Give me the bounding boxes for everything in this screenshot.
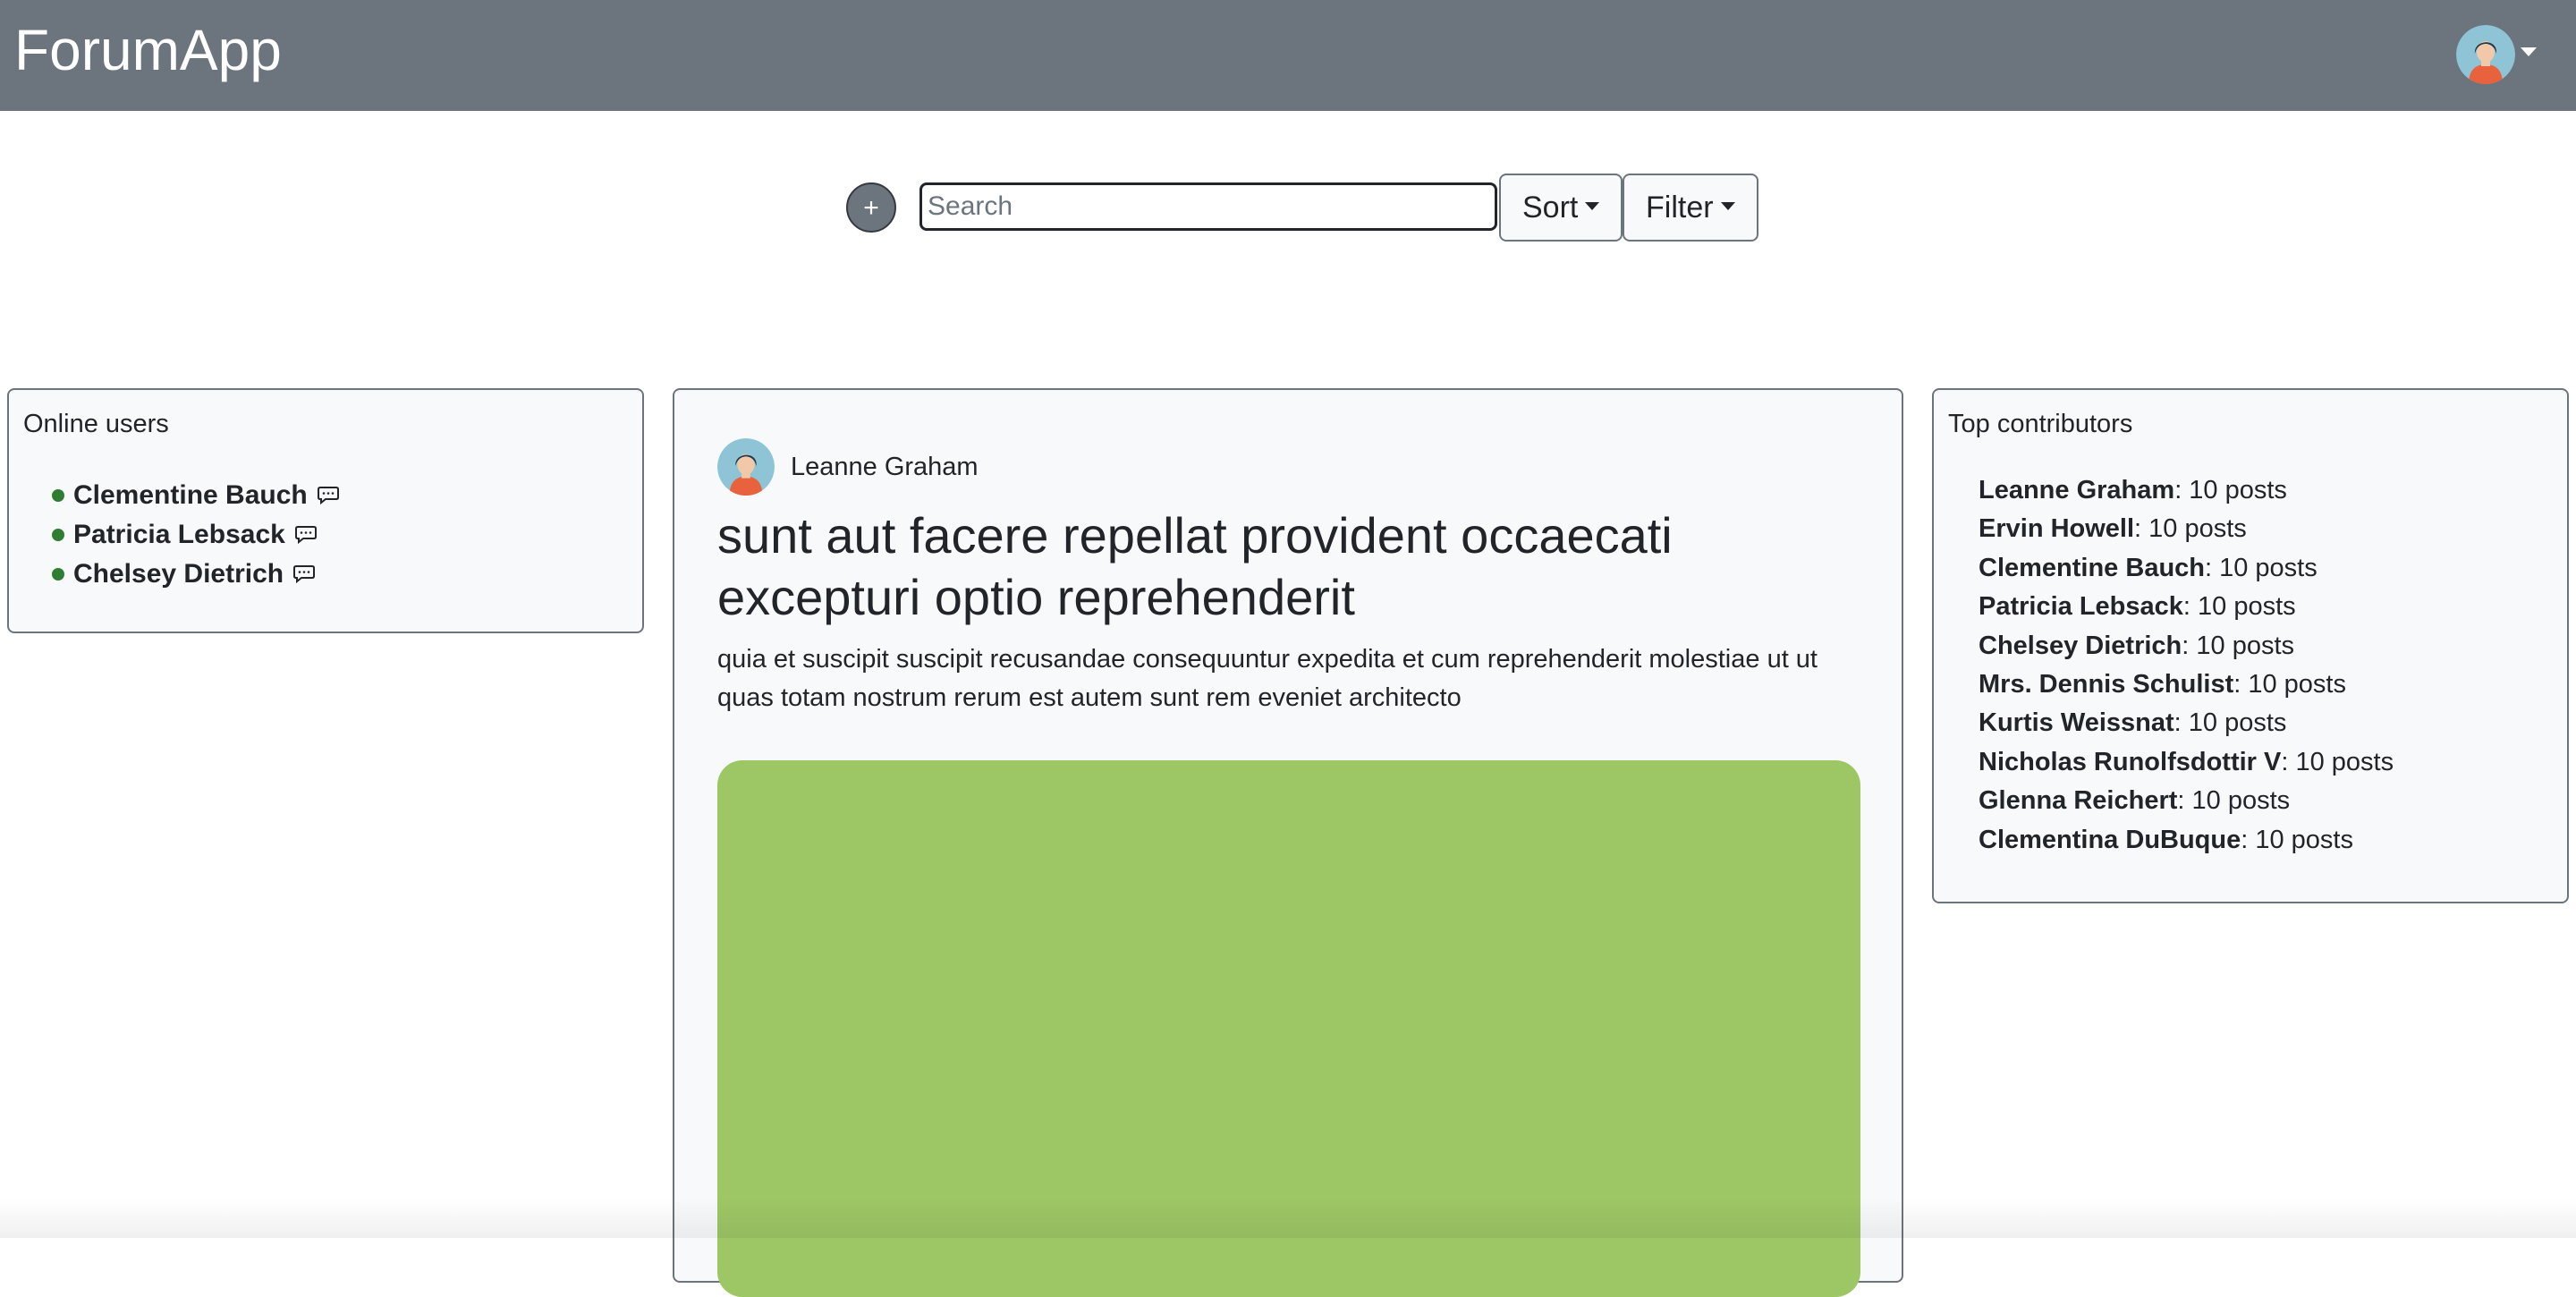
app-brand[interactable]: ForumApp (14, 18, 282, 82)
contributor-post-count: : 10 posts (2205, 553, 2318, 582)
contributor-post-count: : 10 posts (2134, 514, 2247, 544)
user-avatar-icon[interactable] (2456, 25, 2515, 84)
contributor-name: Patricia Lebsack (1979, 592, 2183, 622)
contributor-name: Clementine Bauch (1979, 553, 2205, 582)
post-image[interactable] (717, 760, 1860, 1297)
post-body: quia et suscipit suscipit recusandae con… (717, 645, 1818, 712)
contributor-name: Leanne Graham (1979, 476, 2175, 504)
contributor-item[interactable]: Glenna Reichert: 10 posts (1979, 786, 2394, 825)
contributor-name: Kurtis Weissnat (1979, 708, 2174, 738)
contributor-name: Ervin Howell (1979, 514, 2135, 544)
post-author-name[interactable]: Leanne Graham (791, 453, 979, 482)
online-users-panel: Online users Clementine Bauch Patricia L… (7, 388, 644, 633)
contributor-item[interactable]: Leanne Graham: 10 posts (1979, 476, 2394, 514)
search-input[interactable] (919, 182, 1497, 231)
contributor-item[interactable]: Chelsey Dietrich: 10 posts (1979, 632, 2394, 670)
online-status-dot-icon (52, 568, 64, 581)
chat-bubble-icon[interactable] (292, 564, 316, 584)
chat-bubble-icon[interactable] (317, 486, 340, 505)
filter-label: Filter (1646, 191, 1714, 225)
contributor-name: Nicholas Runolfsdottir V (1979, 747, 2282, 776)
sort-label: Sort (1522, 191, 1579, 225)
online-users-title: Online users (23, 410, 169, 438)
contributor-post-count: : 10 posts (2182, 592, 2296, 622)
contributor-post-count: : 10 posts (2241, 825, 2353, 854)
online-user-item[interactable]: Chelsey Dietrich (52, 555, 340, 594)
post-title[interactable]: sunt aut facere repellat provident occae… (717, 504, 1871, 628)
contributor-post-count: : 10 posts (2177, 786, 2291, 816)
contributor-item[interactable]: Kurtis Weissnat: 10 posts (1979, 708, 2394, 747)
contributor-post-count: : 10 posts (2233, 669, 2346, 699)
contributor-post-count: : 10 posts (2174, 476, 2287, 504)
contributor-post-count: : 10 posts (2174, 708, 2287, 738)
sort-dropdown-button[interactable]: Sort (1499, 174, 1623, 242)
online-user-name: Patricia Lebsack (73, 520, 285, 549)
contributor-name: Chelsey Dietrich (1979, 631, 2182, 660)
chat-bubble-icon[interactable] (294, 525, 318, 545)
contributor-post-count: : 10 posts (2281, 747, 2394, 776)
contributor-item[interactable]: Nicholas Runolfsdottir V: 10 posts (1979, 748, 2394, 786)
user-menu-caret-icon[interactable] (2521, 47, 2537, 56)
top-navbar: ForumApp (0, 0, 2576, 111)
online-user-item[interactable]: Clementine Bauch (52, 476, 340, 515)
contributor-item[interactable]: Clementine Bauch: 10 posts (1979, 554, 2394, 592)
author-avatar-icon[interactable] (717, 438, 775, 496)
online-status-dot-icon (52, 489, 64, 502)
online-user-item[interactable]: Patricia Lebsack (52, 515, 340, 555)
contributors-list: Leanne Graham: 10 posts Ervin Howell: 10… (1979, 476, 2394, 864)
contributor-item[interactable]: Ervin Howell: 10 posts (1979, 514, 2394, 553)
online-user-name: Clementine Bauch (73, 480, 308, 510)
chevron-down-icon (1720, 201, 1735, 210)
contributor-item[interactable]: Mrs. Dennis Schulist: 10 posts (1979, 670, 2394, 708)
top-contributors-title: Top contributors (1948, 410, 2133, 438)
add-post-button[interactable]: + (846, 182, 896, 233)
top-contributors-panel: Top contributors Leanne Graham: 10 posts… (1932, 388, 2569, 903)
contributor-name: Mrs. Dennis Schulist (1979, 669, 2234, 699)
post-card: Leanne Graham sunt aut facere repellat p… (673, 388, 1903, 1297)
contributor-item[interactable]: Clementina DuBuque: 10 posts (1979, 826, 2394, 864)
online-users-list: Clementine Bauch Patricia Lebsack Chelse… (52, 476, 340, 594)
online-user-name: Chelsey Dietrich (73, 559, 284, 589)
filter-dropdown-button[interactable]: Filter (1623, 174, 1758, 242)
contributor-post-count: : 10 posts (2182, 631, 2295, 660)
contributor-name: Glenna Reichert (1979, 786, 2178, 816)
contributor-item[interactable]: Patricia Lebsack: 10 posts (1979, 592, 2394, 631)
contributor-name: Clementina DuBuque (1979, 825, 2241, 854)
online-status-dot-icon (52, 529, 64, 541)
chevron-down-icon (1585, 201, 1600, 210)
